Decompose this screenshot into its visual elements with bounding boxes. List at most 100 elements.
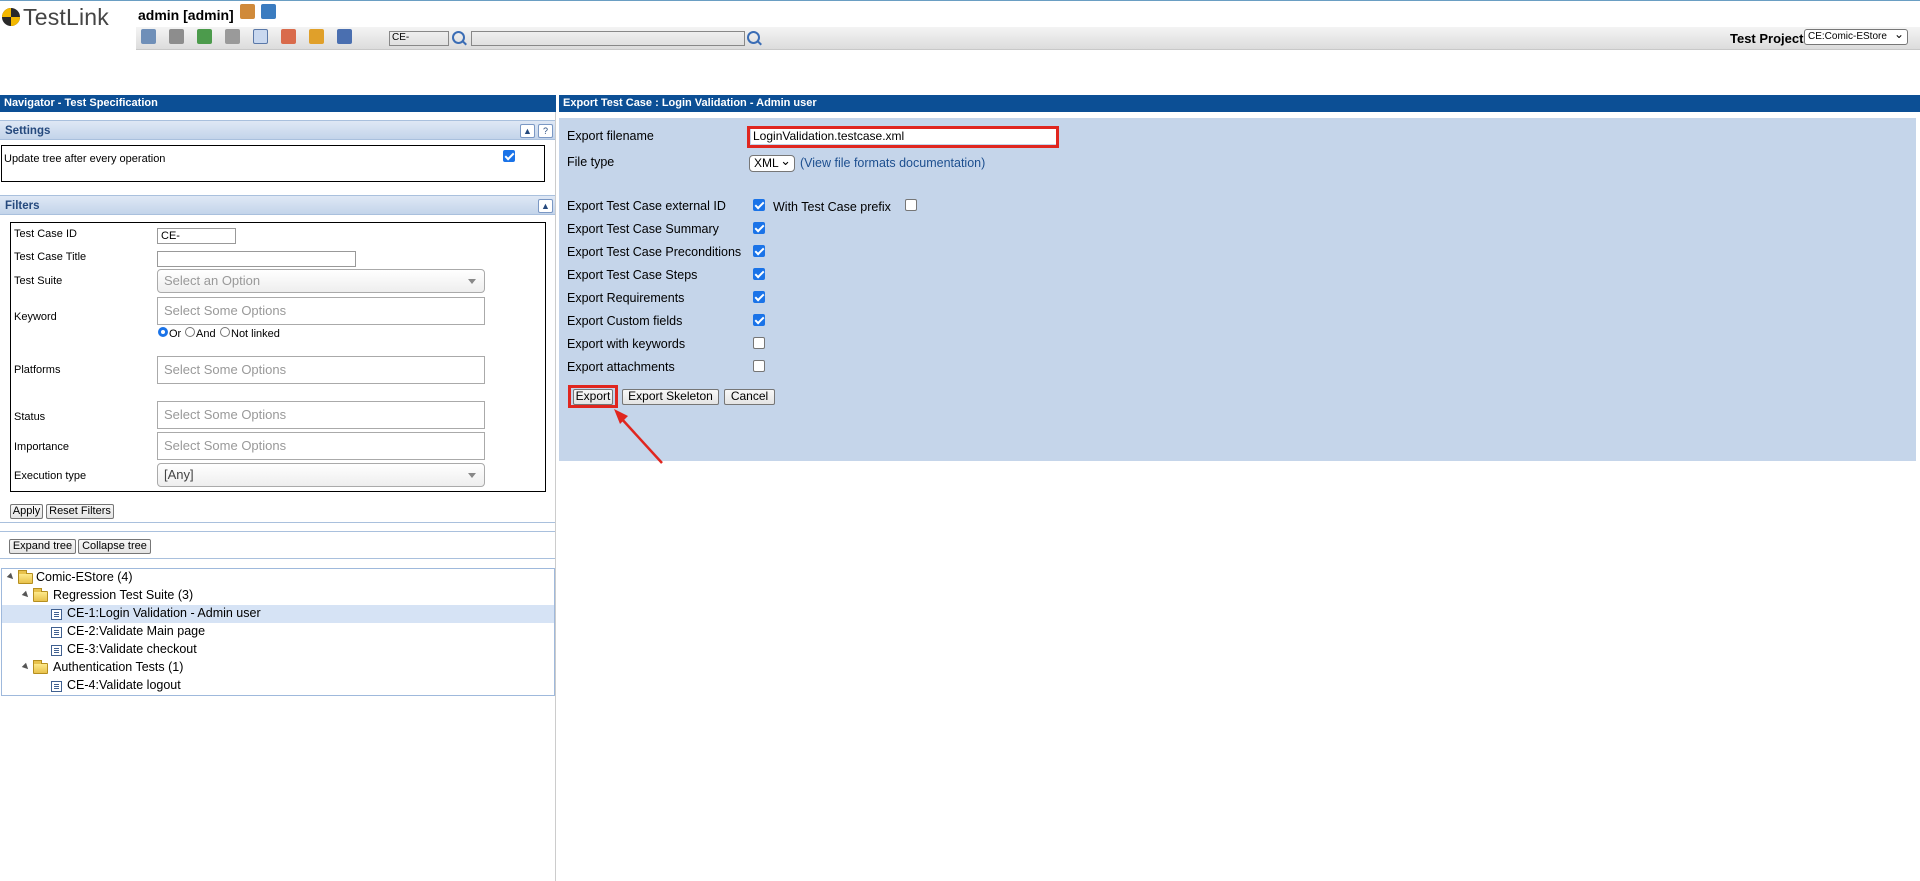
execution-type-select-value: [Any] — [164, 467, 194, 482]
export-filename-label: Export filename — [567, 129, 654, 143]
tree-node-testcase[interactable]: CE-2:Validate Main page — [67, 623, 205, 640]
filters-header: Filters — [0, 195, 555, 215]
help-icon[interactable]: ? — [538, 124, 553, 138]
collapse-settings-icon[interactable]: ▲ — [520, 124, 535, 138]
chevron-down-icon — [468, 279, 476, 284]
collapse-tree-button[interactable]: Collapse tree — [78, 539, 151, 554]
tree-node-testcase[interactable]: CE-3:Validate checkout — [67, 641, 197, 658]
tc-id-filter-label: Test Case ID — [14, 228, 77, 240]
keyword-and-radio[interactable] — [185, 327, 195, 337]
search-icon[interactable] — [452, 31, 465, 44]
file-type-select[interactable]: XML — [749, 153, 795, 172]
folder-icon — [33, 660, 48, 674]
update-tree-checkbox[interactable] — [503, 150, 515, 162]
export-summary-checkbox[interactable] — [753, 222, 765, 234]
option-label: Export attachments — [567, 360, 675, 374]
option-label: Export Requirements — [567, 291, 685, 305]
importance-multiselect[interactable]: Select Some Options — [157, 432, 485, 460]
tree-node-testcase[interactable]: CE-1:Login Validation - Admin user — [67, 605, 261, 622]
testcase-icon — [51, 681, 62, 692]
desktop-icon[interactable] — [169, 29, 184, 44]
file-formats-doc-link[interactable]: (View file formats documentation) — [800, 156, 985, 170]
execution-type-filter-label: Execution type — [14, 470, 87, 482]
reports-icon[interactable] — [337, 29, 352, 44]
tc-id-filter-input[interactable]: CE- — [157, 228, 236, 244]
collapse-filters-icon[interactable]: ▲ — [538, 199, 553, 213]
logout-icon[interactable] — [240, 4, 255, 19]
search-icon[interactable] — [747, 31, 760, 44]
testcase-id-search-input[interactable]: CE- — [389, 31, 449, 46]
execution-type-select[interactable]: [Any] — [157, 463, 485, 487]
chevron-down-icon — [468, 473, 476, 478]
option-label: Export Custom fields — [567, 314, 683, 328]
option-label: Export with keywords — [567, 337, 686, 351]
tree-node-testcase[interactable]: CE-4:Validate logout — [67, 677, 181, 694]
tc-title-filter-label: Test Case Title — [14, 251, 87, 263]
test-suite-filter-label: Test Suite — [14, 275, 63, 287]
keyword-multiselect[interactable]: Select Some Options — [157, 297, 485, 325]
user-management-icon[interactable] — [281, 29, 296, 44]
update-tree-label: Update tree after every operation — [4, 153, 166, 165]
export-skeleton-button[interactable]: Export Skeleton — [622, 389, 719, 405]
keyword-or-label: Or — [169, 328, 182, 340]
requirements-icon[interactable] — [225, 29, 240, 44]
navigator-title: Navigator - Test Specification — [0, 95, 556, 112]
keyword-not-linked-radio[interactable] — [220, 327, 230, 337]
annotation-arrow-icon — [614, 409, 663, 464]
separator — [0, 558, 555, 559]
personal-data-icon[interactable] — [261, 4, 276, 19]
export-steps-checkbox[interactable] — [753, 268, 765, 280]
test-plan-icon[interactable] — [253, 29, 268, 44]
option-label: Export Test Case Preconditions — [567, 245, 742, 259]
folder-icon — [18, 570, 33, 584]
export-keywords-checkbox[interactable] — [753, 337, 765, 349]
status-multiselect[interactable]: Select Some Options — [157, 401, 485, 429]
testcase-icon — [51, 609, 62, 620]
top-border — [0, 0, 1920, 1]
reset-filters-button[interactable]: Reset Filters — [46, 504, 114, 519]
tree-node-suite[interactable]: Regression Test Suite (3) — [53, 587, 193, 604]
test-suite-select[interactable]: Select an Option — [157, 269, 485, 293]
export-attachments-checkbox[interactable] — [753, 360, 765, 372]
option-label: Export Test Case Summary — [567, 222, 719, 236]
global-search-input[interactable] — [471, 31, 745, 46]
tree-node-suite[interactable]: Authentication Tests (1) — [53, 659, 183, 676]
separator — [0, 531, 555, 532]
test-suite-select-value: Select an Option — [164, 273, 261, 288]
test-project-select[interactable]: CE:Comic-EStore — [1804, 27, 1908, 45]
export-custom-fields-checkbox[interactable] — [753, 314, 765, 326]
keyword-and-label: And — [196, 328, 216, 340]
panel-divider[interactable] — [555, 112, 556, 881]
test-project-label: Test Project — [1730, 31, 1804, 46]
prefix-label: With Test Case prefix — [773, 200, 891, 214]
testlink-logo-icon — [2, 8, 20, 26]
export-requirements-checkbox[interactable] — [753, 291, 765, 303]
keyword-filter-label: Keyword — [14, 311, 57, 323]
option-label: Export Test Case external ID — [567, 199, 726, 213]
option-label: Export Test Case Steps — [567, 268, 698, 282]
export-external-id-checkbox[interactable] — [753, 199, 765, 211]
tc-title-filter-input[interactable] — [157, 251, 356, 267]
highlight-box — [747, 126, 1059, 148]
test-specification-icon[interactable] — [197, 29, 212, 44]
cancel-button[interactable]: Cancel — [724, 389, 775, 405]
keyword-not-linked-label: Not linked — [231, 328, 280, 340]
execution-icon[interactable] — [309, 29, 324, 44]
expand-tree-button[interactable]: Expand tree — [9, 539, 76, 554]
export-title: Export Test Case : Login Validation - Ad… — [559, 95, 1920, 112]
testcase-icon — [51, 627, 62, 638]
status-filter-label: Status — [14, 411, 46, 423]
platforms-multiselect[interactable]: Select Some Options — [157, 356, 485, 384]
separator — [0, 522, 555, 523]
tree-node-project[interactable]: Comic-EStore (4) — [36, 569, 133, 586]
export-preconditions-checkbox[interactable] — [753, 245, 765, 257]
importance-filter-label: Importance — [14, 441, 70, 453]
with-prefix-checkbox[interactable] — [905, 199, 917, 211]
home-icon[interactable] — [141, 29, 156, 44]
apply-filters-button[interactable]: Apply — [10, 504, 43, 519]
platforms-filter-label: Platforms — [14, 364, 61, 376]
keyword-or-radio[interactable] — [158, 327, 168, 337]
file-type-label: File type — [567, 155, 615, 169]
folder-icon — [33, 588, 48, 602]
settings-header: Settings — [0, 120, 555, 140]
